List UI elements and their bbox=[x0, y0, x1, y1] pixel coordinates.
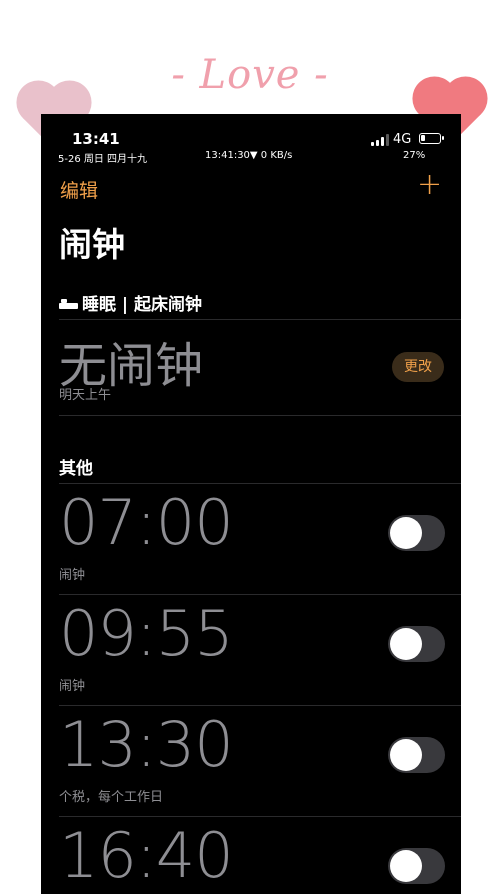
alarm-time: 07:00 bbox=[59, 486, 234, 559]
edit-button[interactable]: 编辑 bbox=[60, 176, 98, 203]
toggle-knob bbox=[390, 850, 422, 882]
divider bbox=[59, 415, 461, 416]
alarm-time: 16:40 bbox=[59, 819, 234, 892]
status-date: 5-26 周日 四月十九 bbox=[58, 154, 148, 165]
status-bar: 13:41 5-26 周日 四月十九 13:41:30▼ 0 KB/s 4G 2… bbox=[41, 114, 461, 165]
phone-screen: 13:41 5-26 周日 四月十九 13:41:30▼ 0 KB/s 4G 2… bbox=[41, 114, 461, 894]
other-section-header: 其他 bbox=[59, 459, 93, 479]
toggle-knob bbox=[390, 628, 422, 660]
alarm-toggle[interactable] bbox=[388, 737, 445, 773]
alarm-time: 09:55 bbox=[59, 597, 234, 670]
bed-icon bbox=[59, 299, 78, 311]
alarm-row[interactable]: 16:40 bbox=[41, 817, 461, 894]
alarm-toggle[interactable] bbox=[388, 626, 445, 662]
toggle-knob bbox=[390, 517, 422, 549]
page-title: 闹钟 bbox=[59, 225, 125, 264]
alarm-label: 闹钟 bbox=[59, 568, 86, 583]
alarm-row[interactable]: 09:55 闹钟 bbox=[41, 595, 461, 706]
alarm-row[interactable]: 07:00 闹钟 bbox=[41, 484, 461, 595]
change-button[interactable]: 更改 bbox=[392, 352, 444, 382]
divider bbox=[59, 319, 461, 320]
sleep-section-header: 睡眠 | 起床闹钟 bbox=[59, 290, 202, 315]
status-time: 13:41 bbox=[72, 130, 120, 148]
add-alarm-button[interactable]: + bbox=[417, 170, 442, 200]
toggle-knob bbox=[390, 739, 422, 771]
alarm-time: 13:30 bbox=[59, 708, 234, 781]
battery-fill bbox=[421, 135, 425, 141]
alarm-label: 个税，每个工作日 bbox=[59, 790, 164, 805]
signal-icon bbox=[371, 134, 389, 146]
alarm-row[interactable]: 13:30 个税，每个工作日 bbox=[41, 706, 461, 817]
alarm-toggle[interactable] bbox=[388, 848, 445, 884]
battery-icon bbox=[419, 133, 444, 144]
alarm-toggle[interactable] bbox=[388, 515, 445, 551]
alarm-label: 闹钟 bbox=[59, 679, 86, 694]
sleep-header-label: 睡眠 | 起床闹钟 bbox=[82, 295, 203, 315]
network-speed: 13:41:30▼ 0 KB/s bbox=[205, 150, 293, 161]
network-type: 4G bbox=[393, 132, 412, 147]
battery-percent: 27% bbox=[403, 150, 426, 161]
sleep-alarm-subtitle: 明天上午 bbox=[59, 388, 112, 403]
